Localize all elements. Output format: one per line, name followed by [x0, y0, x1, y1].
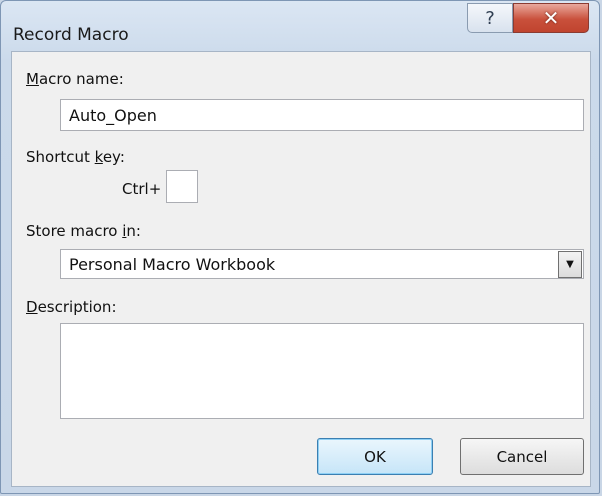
store-macro-label-end: n:	[126, 222, 141, 240]
help-button[interactable]: ?	[467, 3, 513, 33]
macro-name-input[interactable]: Auto_Open	[60, 99, 584, 131]
store-macro-dropdown-button[interactable]: ▼	[558, 251, 582, 278]
shortcut-key-label-start: Shortcut	[26, 148, 95, 166]
shortcut-key-label: Shortcut key:	[26, 148, 125, 166]
record-macro-dialog: Record Macro ? ✕ Macro name: Auto_Open S…	[0, 0, 600, 494]
macro-name-value: Auto_Open	[69, 106, 157, 125]
description-label: Description:	[26, 298, 117, 316]
dialog-title: Record Macro	[13, 25, 129, 45]
help-icon: ?	[485, 7, 495, 29]
store-macro-select[interactable]: Personal Macro Workbook ▼	[60, 249, 584, 279]
macro-name-label: Macro name:	[26, 70, 124, 88]
close-button[interactable]: ✕	[513, 3, 589, 33]
close-icon: ✕	[542, 6, 560, 30]
shortcut-key-label-end: ey:	[102, 148, 125, 166]
description-textarea[interactable]	[60, 323, 584, 419]
ctrl-prefix-label: Ctrl+	[122, 180, 162, 198]
chevron-down-icon: ▼	[566, 259, 574, 270]
store-macro-selected: Personal Macro Workbook	[69, 255, 276, 274]
shortcut-key-input[interactable]	[166, 170, 198, 203]
dialog-body: Macro name: Auto_Open Shortcut key: Ctrl…	[11, 51, 591, 487]
title-bar[interactable]: Record Macro ? ✕	[1, 1, 599, 51]
macro-name-label-mnemonic: M	[26, 70, 39, 88]
store-macro-label: Store macro in:	[26, 222, 141, 240]
shortcut-key-label-mnemonic: k	[94, 148, 103, 166]
description-label-mnemonic: D	[26, 298, 38, 316]
cancel-button[interactable]: Cancel	[460, 438, 584, 475]
ok-button[interactable]: OK	[317, 438, 433, 475]
description-label-text: escription:	[37, 298, 117, 316]
macro-name-label-text: acro name:	[38, 70, 124, 88]
store-macro-label-start: Store macro	[26, 222, 123, 240]
